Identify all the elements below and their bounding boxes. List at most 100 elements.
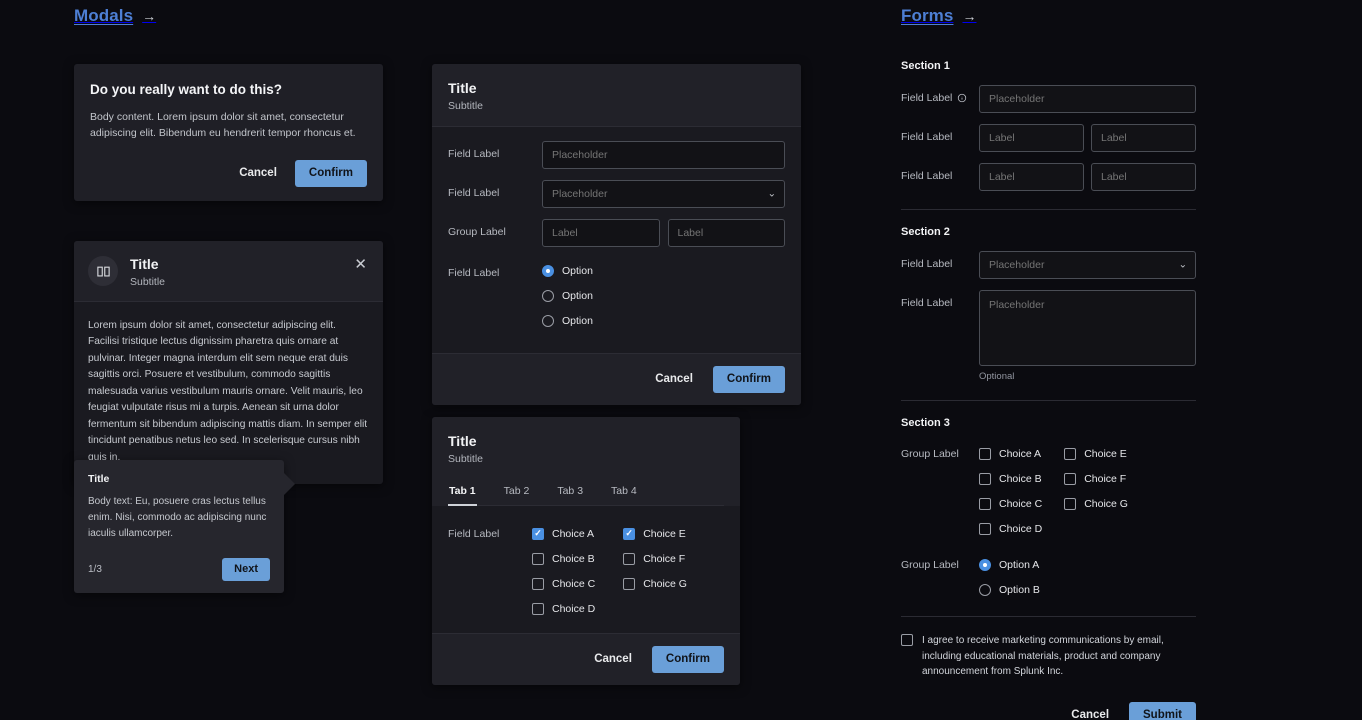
next-button[interactable]: Next	[222, 558, 270, 581]
section-1-title: Section 1	[901, 60, 950, 72]
checkbox-icon[interactable]	[979, 523, 991, 535]
checkbox-icon[interactable]	[623, 577, 636, 590]
checkbox-label: Choice C	[552, 577, 596, 590]
textarea-input[interactable]	[979, 290, 1196, 366]
checkbox-choice-b[interactable]: Choice B	[979, 473, 1042, 485]
text-input[interactable]	[979, 85, 1196, 113]
divider	[901, 400, 1196, 401]
field-label: Field Label	[448, 527, 500, 540]
checkbox-choice-b[interactable]: Choice B	[532, 552, 595, 565]
text-input-a[interactable]	[542, 218, 660, 247]
tab-1[interactable]: Tab 1	[448, 479, 477, 506]
checkbox-choice-g[interactable]: Choice G	[623, 577, 687, 590]
submit-button[interactable]: Submit	[1129, 701, 1196, 720]
form-row-select: Field Label ⌄	[901, 251, 1196, 279]
checkbox-label: Choice G	[643, 577, 687, 590]
cancel-button[interactable]: Cancel	[1057, 702, 1121, 720]
form-row-2: Field Label	[901, 124, 1196, 152]
checkbox-icon[interactable]	[623, 527, 636, 540]
cancel-button[interactable]: Cancel	[580, 646, 644, 674]
checkbox-icon[interactable]	[979, 473, 991, 485]
confirm-modal-title: Do you really want to do this?	[90, 82, 283, 97]
tabs-modal-header: Title Subtitle Tab 1 Tab 2 Tab 3 Tab 4	[432, 417, 740, 506]
text-input-a[interactable]	[979, 163, 1084, 191]
text-input-b[interactable]	[667, 218, 785, 247]
info-icon[interactable]	[957, 93, 967, 103]
checkbox-icon[interactable]	[1064, 473, 1077, 485]
checkbox-label: Choice A	[999, 448, 1042, 460]
checkbox-icon[interactable]	[1064, 498, 1077, 510]
tabs-modal-body: Field Label Choice A Choice B	[432, 506, 740, 633]
text-input[interactable]	[542, 140, 785, 169]
radio-icon[interactable]	[979, 584, 991, 596]
radio-label: Option	[562, 289, 593, 302]
radio-option-1[interactable]: Option	[542, 264, 593, 277]
checkbox-choice-d[interactable]: Choice D	[979, 523, 1042, 535]
radio-icon[interactable]	[542, 264, 554, 277]
checkbox-choice-d[interactable]: Choice D	[532, 602, 595, 615]
section-link-forms[interactable]: Forms →	[901, 6, 976, 26]
checkbox-icon[interactable]	[532, 552, 544, 565]
tab-3[interactable]: Tab 3	[556, 479, 584, 505]
checkbox-choice-e[interactable]: Choice E	[623, 527, 687, 540]
radio-option-3[interactable]: Option	[542, 314, 593, 327]
section-2-title: Section 2	[901, 226, 950, 238]
group-label: Group Label	[901, 448, 959, 460]
book-icon	[88, 256, 118, 286]
checkbox-label: Choice F	[1084, 473, 1127, 485]
radio-option-2[interactable]: Option	[542, 289, 593, 302]
confirm-modal: Do you really want to do this? Body cont…	[74, 64, 383, 202]
text-input-a[interactable]	[979, 124, 1084, 152]
checkbox-group-row: Group Label Choice A Choice B Choice C C…	[901, 442, 1196, 535]
checkbox-icon[interactable]	[1064, 448, 1077, 460]
form-modal: Title Subtitle Field Label Field Label ⌄	[432, 64, 801, 405]
checkbox-label: Choice C	[999, 498, 1043, 510]
checkbox-column-1: Choice A Choice B Choice C Choice D	[532, 527, 596, 615]
checkbox-label: Choice G	[1084, 498, 1128, 510]
checkbox-icon[interactable]	[623, 552, 636, 565]
cancel-button[interactable]: Cancel	[641, 366, 705, 394]
form-modal-subtitle: Subtitle	[448, 99, 484, 112]
forms-actions: Cancel Submit	[901, 701, 1196, 720]
checkbox-choice-c[interactable]: Choice C	[979, 498, 1042, 510]
cancel-button[interactable]: Cancel	[225, 160, 289, 188]
checkbox-choice-e[interactable]: Choice E	[1064, 448, 1128, 460]
checkbox-icon[interactable]	[532, 602, 544, 615]
tab-4[interactable]: Tab 4	[610, 479, 638, 505]
select-input[interactable]	[979, 251, 1196, 279]
checkbox-icon[interactable]	[979, 498, 991, 510]
radio-option-a[interactable]: Option A	[979, 559, 1040, 571]
coachmark-tooltip: Title Body text: Eu, posuere cras lectus…	[74, 460, 295, 593]
radio-icon[interactable]	[979, 559, 991, 571]
coachmark-footer: 1/3 Next	[88, 558, 270, 581]
field-label: Field Label	[901, 258, 953, 270]
tab-2[interactable]: Tab 2	[503, 479, 531, 505]
confirm-button[interactable]: Confirm	[712, 365, 785, 393]
checkbox-choice-c[interactable]: Choice C	[532, 577, 596, 590]
text-input-b[interactable]	[1091, 163, 1196, 191]
checkbox-choice-f[interactable]: Choice F	[1064, 473, 1128, 485]
consent-checkbox-icon[interactable]	[901, 634, 913, 646]
checkbox-label: Choice E	[1084, 448, 1127, 460]
consent-checkbox-row[interactable]: I agree to receive marketing communicati…	[901, 633, 1196, 680]
checkbox-icon[interactable]	[532, 577, 544, 590]
radio-icon[interactable]	[542, 289, 554, 302]
select-input[interactable]	[542, 179, 785, 208]
section-link-modals-label: Modals	[74, 6, 134, 25]
checkbox-choice-g[interactable]: Choice G	[1064, 498, 1128, 510]
radio-option-b[interactable]: Option B	[979, 584, 1040, 596]
confirm-button[interactable]: Confirm	[651, 645, 724, 673]
close-icon[interactable]: ✕	[352, 255, 369, 274]
field-label: Field Label	[901, 170, 953, 182]
checkbox-choice-f[interactable]: Choice F	[623, 552, 687, 565]
radio-icon[interactable]	[542, 314, 554, 327]
checkbox-choice-a[interactable]: Choice A	[532, 527, 595, 540]
field-label-text: Field Label	[901, 92, 953, 104]
section-link-modals[interactable]: Modals →	[74, 6, 156, 26]
checkbox-icon[interactable]	[979, 448, 991, 460]
checkbox-icon[interactable]	[532, 527, 544, 540]
checkbox-choice-a[interactable]: Choice A	[979, 448, 1042, 460]
form-row-3: Field Label	[901, 163, 1196, 191]
text-input-b[interactable]	[1091, 124, 1196, 152]
confirm-button[interactable]: Confirm	[294, 159, 367, 188]
